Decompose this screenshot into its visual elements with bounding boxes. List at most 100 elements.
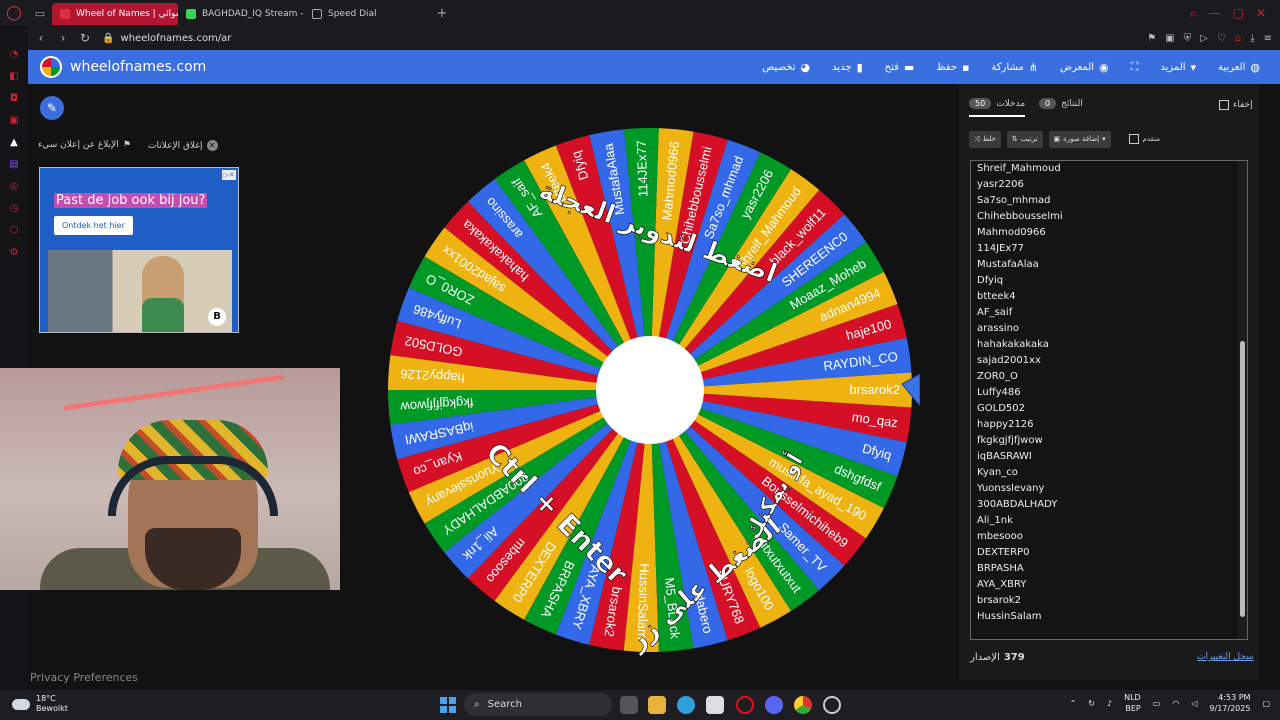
globe-icon: ◍ — [1250, 60, 1260, 74]
checkbox-icon — [1128, 134, 1139, 144]
notification-icon[interactable]: ▢ — [1262, 699, 1270, 708]
wifi-icon[interactable]: ◠ — [1172, 699, 1179, 708]
address-bar: ‹ › ↻ 🔒 wheelofnames.com/ar ⚑ ▣ ⛨ ▷ ♡ ⌂ … — [28, 26, 1280, 50]
edit-pencil-icon[interactable]: ✎ — [40, 96, 64, 120]
customize-button[interactable]: ◕ تخصيص — [762, 61, 810, 74]
changelog-link[interactable]: سجل التغييرات — [1197, 652, 1254, 662]
sidebar-settings-icon[interactable]: ⚙ — [7, 246, 21, 260]
heart-icon[interactable]: ♡ — [1217, 33, 1226, 44]
file-explorer-icon[interactable] — [648, 696, 666, 714]
tab-speed-dial[interactable]: Speed Dial — [304, 3, 430, 25]
webcam-overlay — [0, 368, 340, 590]
share-icon: ⋔ — [1028, 60, 1038, 74]
store-icon[interactable] — [706, 696, 724, 714]
url-field[interactable]: wheelofnames.com/ar — [120, 33, 231, 44]
vpn-icon[interactable]: ⛨ — [1184, 33, 1192, 44]
search-tabs-icon[interactable]: ⌕ — [1190, 6, 1197, 21]
minimize-icon[interactable]: — — [1209, 6, 1221, 20]
chrome-icon[interactable] — [794, 696, 812, 714]
sort-button[interactable]: ⇅ ترتيب — [1006, 130, 1043, 148]
sidebar-mail-icon[interactable]: ▣ — [7, 114, 21, 128]
ad-info-icon[interactable]: ▷✕ — [222, 170, 236, 180]
ad-cta-button[interactable]: Ontdek het hier — [54, 216, 133, 235]
report-ad-button[interactable]: ⚑ الإبلاغ عن إعلان سيء — [38, 140, 131, 150]
mic-icon[interactable]: ♪ — [1107, 699, 1112, 708]
site-logo-icon[interactable] — [40, 56, 62, 78]
save-button[interactable]: ▪ حفظ — [936, 61, 969, 74]
language-indicator[interactable]: NLD BEP — [1124, 692, 1141, 714]
wheel-segment-label: 114JEx77 — [634, 140, 651, 197]
entries-textarea[interactable]: Shreif_Mahmoud yasr2206 Sa7so_mhmad Chihebb… — [970, 160, 1248, 640]
wheel-favicon-icon — [60, 9, 70, 19]
forward-icon[interactable]: › — [54, 31, 72, 45]
back-icon[interactable]: ‹ — [32, 31, 50, 45]
weather-widget[interactable]: 18°C Bewolkt — [12, 694, 68, 714]
close-window-icon[interactable]: ✕ — [1256, 6, 1266, 20]
sidebar-bag-icon[interactable]: ◧ — [7, 70, 21, 84]
add-image-button[interactable]: ▣ إضافة صورة ▾ — [1048, 130, 1111, 148]
advanced-checkbox[interactable]: متقدم — [1128, 134, 1160, 144]
sidebar-aria-icon[interactable]: ◔ — [7, 48, 21, 62]
tab-entries[interactable]: مدخلات 50 — [969, 98, 1026, 117]
player-icon[interactable]: ▷ — [1200, 33, 1208, 44]
site-name[interactable]: wheelofnames.com — [70, 59, 206, 75]
opera-logo-icon[interactable]: ◯ — [0, 0, 28, 26]
gallery-button[interactable]: ◉ المعرض — [1060, 61, 1109, 74]
new-tab-icon[interactable]: + — [430, 6, 454, 21]
wheel-center-hub[interactable] — [596, 336, 704, 444]
new-button[interactable]: ▮ جديد — [832, 61, 863, 74]
taskbar-search[interactable]: ⌕ Search — [464, 693, 612, 716]
close-ads-button[interactable]: ✕ إغلاق الإعلانات — [148, 140, 218, 151]
extension-icons: ⚑ ▣ ⛨ ▷ ♡ ⌂ ⤓ ≡ — [1147, 26, 1272, 50]
volume-icon[interactable]: ◁ — [1191, 699, 1197, 708]
open-button[interactable]: ▬ فتح — [885, 61, 915, 74]
cloud-icon — [12, 698, 30, 710]
tab-results[interactable]: النتائج 0 — [1039, 98, 1083, 109]
windows-start-icon[interactable] — [440, 697, 456, 713]
shuffle-button[interactable]: ⤨ خلط — [969, 130, 1001, 148]
tab-stream[interactable]: BAGHDAD_IQ Stream - W — [178, 3, 304, 25]
advertisement[interactable]: ▷✕ Past de job ook bij jou? Ontdek het h… — [39, 167, 239, 333]
list-item: Kyan_co — [977, 467, 1018, 478]
more-menu[interactable]: ▾ المزيد — [1160, 61, 1196, 74]
maximize-icon[interactable]: ▢ — [1233, 6, 1244, 20]
language-menu[interactable]: ◍ العربية — [1218, 61, 1260, 74]
discord-icon[interactable] — [765, 696, 783, 714]
fullscreen-button[interactable]: ⛶ — [1131, 60, 1139, 74]
opera-gx-icon[interactable] — [736, 696, 754, 714]
sidebar-kick-icon[interactable]: ▲ — [7, 136, 21, 150]
list-item: ZOR0_O — [977, 371, 1018, 382]
image-icon: ▣ — [1053, 135, 1061, 143]
sync-icon[interactable]: ↻ — [1088, 699, 1095, 708]
edge-icon[interactable] — [677, 696, 695, 714]
reload-icon[interactable]: ↻ — [76, 31, 94, 45]
tab-wheel-of-names[interactable]: Wheel of Names | عشوائي — [52, 3, 178, 25]
sidebar-twitch-icon[interactable]: ▤ — [7, 158, 21, 172]
sidebar-extension-icon[interactable]: ⬡ — [7, 224, 21, 238]
menu-icon[interactable]: ≡ — [1264, 33, 1272, 44]
ad-photo — [48, 250, 232, 332]
privacy-preferences-link[interactable]: Privacy Preferences — [30, 671, 138, 684]
sidebar-messenger-icon[interactable]: ◘ — [7, 92, 21, 106]
scrollbar-thumb[interactable] — [1240, 341, 1245, 617]
download-icon[interactable]: ⤓ — [1250, 33, 1254, 44]
display-icon[interactable]: ▭ — [1153, 699, 1161, 708]
hide-panel-checkbox[interactable]: إخفاء — [1219, 100, 1253, 110]
sidebar-history-icon[interactable]: ◷ — [7, 202, 21, 216]
sidebar-player-icon[interactable]: ◎ — [7, 180, 21, 194]
search-icon: ⌕ — [474, 699, 480, 710]
entries-scrollbar[interactable] — [1238, 161, 1247, 639]
bookmark-icon[interactable]: ⚑ — [1147, 33, 1156, 44]
list-item: DEXTERP0 — [977, 547, 1030, 558]
kick-favicon-icon — [186, 9, 196, 19]
obs-icon[interactable] — [823, 696, 841, 714]
spin-wheel[interactable]: RAYDIN_COhaje100adnan4994Moaaz_MohebSHER… — [380, 120, 920, 660]
chevron-up-icon[interactable]: ⌃ — [1070, 699, 1077, 708]
wallet-icon[interactable]: ⌂ — [1235, 33, 1241, 44]
list-item: 300ABDALHADY — [977, 499, 1058, 510]
task-view-icon[interactable] — [620, 696, 638, 714]
clock[interactable]: 4:53 PM 9/17/2025 — [1209, 692, 1250, 714]
share-button[interactable]: ⋔ مشاركة — [992, 61, 1039, 74]
snapshot-icon[interactable]: ▣ — [1165, 33, 1174, 44]
tab-menu-icon[interactable]: ▭ — [28, 0, 52, 26]
